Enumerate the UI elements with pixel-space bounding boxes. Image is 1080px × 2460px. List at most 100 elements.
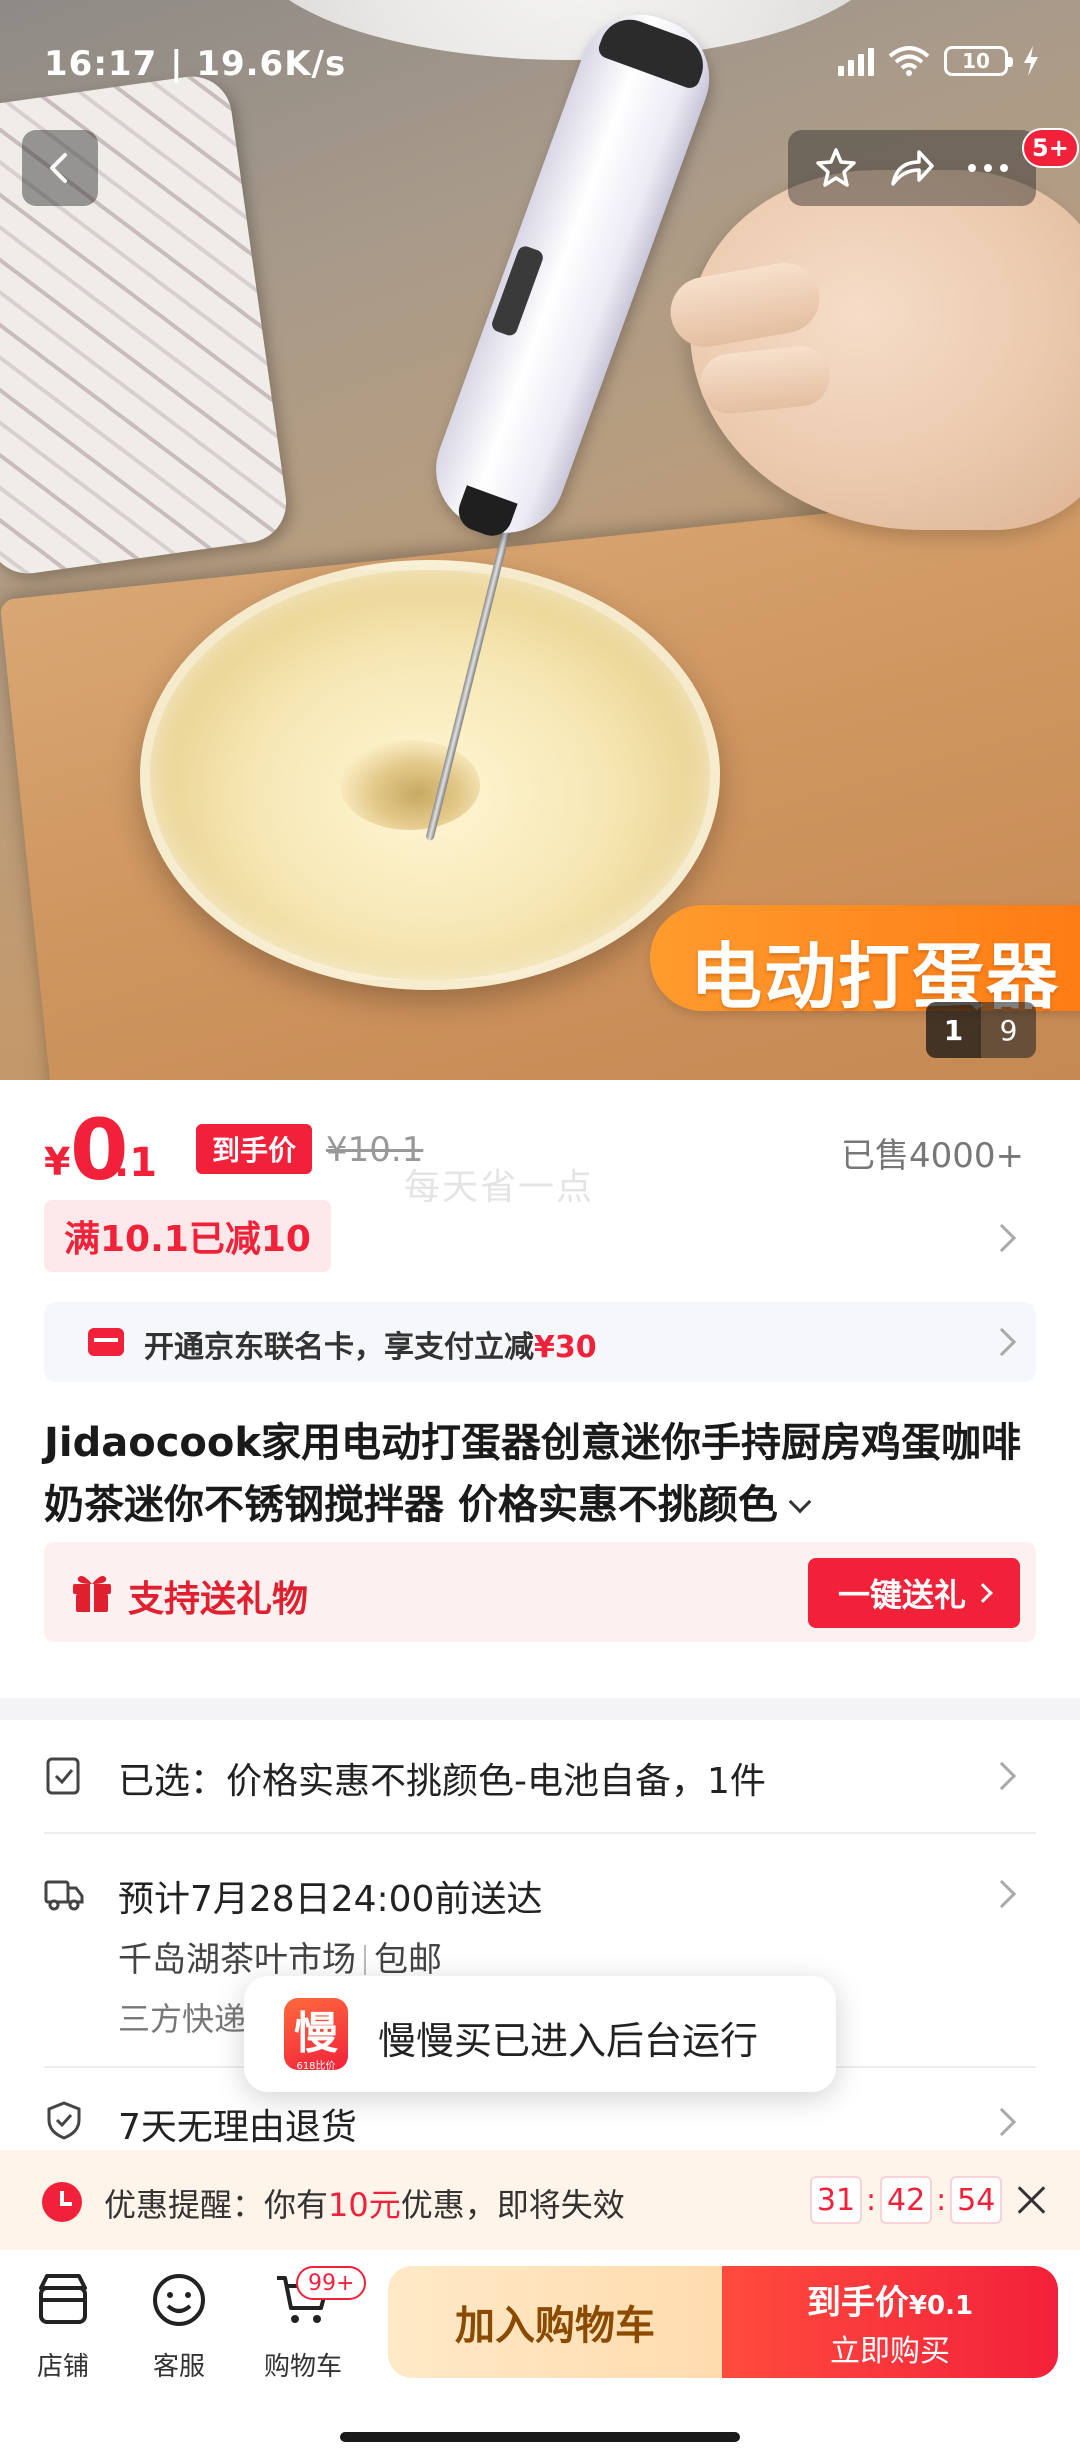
reminder-suffix: 优惠，即将失效 [400, 2186, 625, 2224]
reminder-text: 优惠提醒：你有10元优惠，即将失效 [104, 2180, 625, 2226]
home-indicator[interactable] [340, 2432, 740, 2442]
gift-label: 支持送礼物 [128, 1579, 309, 1620]
card-offer-banner[interactable]: 开通京东联名卡，享支付立减¥30 [44, 1302, 1036, 1382]
delivery-origin: 千岛湖茶叶市场 [118, 1940, 356, 1980]
divider [44, 1832, 1036, 1834]
favorite-button[interactable] [808, 140, 864, 196]
vertical-divider [364, 1945, 366, 1975]
shield-icon [47, 2101, 81, 2140]
service-label: 客服 [152, 2352, 205, 2382]
gift-support-row: 支持送礼物 一键送礼 [44, 1542, 1036, 1642]
send-gift-button[interactable]: 一键送礼 [808, 1558, 1020, 1628]
bottom-action-bar: 店铺 客服 购物车 99+ 加入购物车 到手价¥0.1 立即购买 [0, 2250, 1080, 2460]
product-detail-page: 电动打蛋器 1 9 16:17 | 19.6K/s 10 5+ ¥ 0 .1 到… [0, 0, 1080, 2460]
product-title[interactable]: Jidaocook家用电动打蛋器创意迷你手持厨房鸡蛋咖啡奶茶迷你不锈钢搅拌器 价… [44, 1412, 1044, 1536]
card-offer-amount: ¥30 [534, 1330, 597, 1365]
top-actions [788, 130, 1036, 206]
delivery-chevron-icon [987, 1879, 1017, 1909]
toast-message: 慢慢买已进入后台运行 [378, 2019, 759, 2063]
back-arrow-icon [50, 153, 67, 183]
hand-graphic [690, 170, 1080, 530]
coupon-reminder-bar[interactable]: 优惠提醒：你有10元优惠，即将失效 31 : 42 : 54 [0, 2150, 1080, 2250]
image-index: 1 [926, 1002, 981, 1058]
product-title-text: Jidaocook家用电动打蛋器创意迷你手持厨房鸡蛋咖啡奶茶迷你不锈钢搅拌器 价… [44, 1420, 1021, 1528]
delivery-carrier: 三方快递 [118, 2000, 247, 2038]
wifi-icon [888, 46, 930, 76]
notification-badge: 5+ [1022, 128, 1079, 168]
final-price-tag: 到手价 [196, 1124, 313, 1174]
price-currency: ¥ [44, 1140, 71, 1184]
delivery-origin-line: 千岛湖茶叶市场 包邮 [118, 1932, 442, 1981]
delivery-truck-icon [44, 1880, 84, 1911]
return-policy-text: 7天无理由退货 [118, 2107, 357, 2148]
status-time: 16:17 | 19.6K/s [44, 44, 347, 84]
close-icon[interactable] [1014, 2182, 1050, 2218]
spec-check-icon [46, 1757, 80, 1795]
background-toast: 慢 618比价 慢慢买已进入后台运行 [244, 1976, 836, 2092]
buy-now-price-line: 到手价¥0.1 [807, 2275, 973, 2324]
card-icon [88, 1328, 124, 1356]
timer-hours: 31 [810, 2176, 862, 2224]
batter-swirl-graphic [340, 740, 480, 830]
timer-colon: : [936, 2182, 947, 2218]
buy-now-label: 立即购买 [830, 2333, 950, 2369]
logo-char: 慢 [294, 2007, 338, 2059]
image-counter: 1 9 [926, 1002, 1036, 1058]
status-bar: 16:17 | 19.6K/s 10 [0, 0, 1080, 130]
add-to-cart-button[interactable]: 加入购物车 [388, 2266, 722, 2378]
more-icon [968, 164, 1008, 172]
gift-icon [73, 1576, 111, 1612]
buy-now-button[interactable]: 到手价¥0.1 立即购买 [722, 2266, 1058, 2378]
clock-icon [42, 2182, 82, 2222]
shop-icon [39, 2274, 87, 2324]
return-chevron-icon [987, 2107, 1017, 2137]
card-offer-chevron-icon [987, 1327, 1017, 1357]
timer-seconds: 54 [950, 2176, 1003, 2224]
watermark-text: 每天省一点 [404, 1167, 595, 1208]
timer-minutes: 42 [880, 2176, 933, 2224]
expand-title-icon[interactable] [788, 1490, 812, 1514]
battery-icon: 10 [944, 46, 1013, 76]
price-decimal: .1 [114, 1140, 158, 1186]
mixer-tip-graphic [453, 485, 518, 542]
promo-chevron-icon[interactable] [987, 1223, 1017, 1253]
mixer-button-graphic [489, 244, 546, 338]
battery-level: 10 [962, 49, 990, 73]
selected-spec-row[interactable]: 已选：价格实惠不挑颜色-电池自备，1件 [44, 1752, 1036, 1832]
return-policy-row[interactable]: 7天无理由退货 [44, 2098, 1036, 2148]
spec-chevron-icon [987, 1761, 1017, 1791]
charging-icon [1024, 46, 1038, 76]
manmanmai-logo: 慢 618比价 [284, 1998, 348, 2072]
share-button[interactable] [884, 140, 940, 196]
shop-label: 店铺 [36, 2352, 89, 2382]
service-button[interactable]: 客服 [124, 2270, 234, 2383]
buy-now-price: ¥0.1 [908, 2290, 974, 2321]
reminder-amount: 10元 [328, 2186, 401, 2224]
customer-service-icon [153, 2274, 205, 2326]
signal-icon [838, 46, 874, 76]
back-button[interactable] [22, 130, 98, 206]
countdown-timer: 31 : 42 : 54 [810, 2176, 1003, 2224]
image-total: 9 [999, 1013, 1018, 1047]
shop-button[interactable]: 店铺 [8, 2270, 118, 2383]
delivery-eta: 预计7月28日24:00前送达 [118, 1879, 543, 1920]
reminder-prefix: 优惠提醒：你有 [104, 2186, 329, 2224]
star-icon [816, 148, 856, 187]
share-icon [891, 150, 934, 186]
card-offer-label: 开通京东联名卡，享支付立减 [144, 1330, 534, 1365]
delivery-shipping: 包邮 [374, 1940, 442, 1980]
card-offer-text: 开通京东联名卡，享支付立减¥30 [144, 1322, 597, 1366]
buy-now-final-label: 到手价 [806, 2282, 909, 2323]
cart-count-badge: 99+ [296, 2266, 367, 2300]
cart-label: 购物车 [263, 2352, 342, 2382]
chevron-right-icon [973, 1583, 993, 1603]
timer-colon: : [866, 2182, 877, 2218]
promo-badge[interactable]: 满10.1已减10 [44, 1200, 331, 1272]
status-icons: 10 [838, 46, 1040, 76]
send-gift-label: 一键送礼 [837, 1576, 966, 1614]
section-separator [0, 1698, 1080, 1720]
more-button[interactable] [960, 140, 1016, 196]
sold-count: 已售4000+ [840, 1136, 1024, 1176]
logo-sub: 618比价 [296, 2060, 336, 2072]
selected-spec-text: 已选：价格实惠不挑颜色-电池自备，1件 [118, 1761, 766, 1802]
